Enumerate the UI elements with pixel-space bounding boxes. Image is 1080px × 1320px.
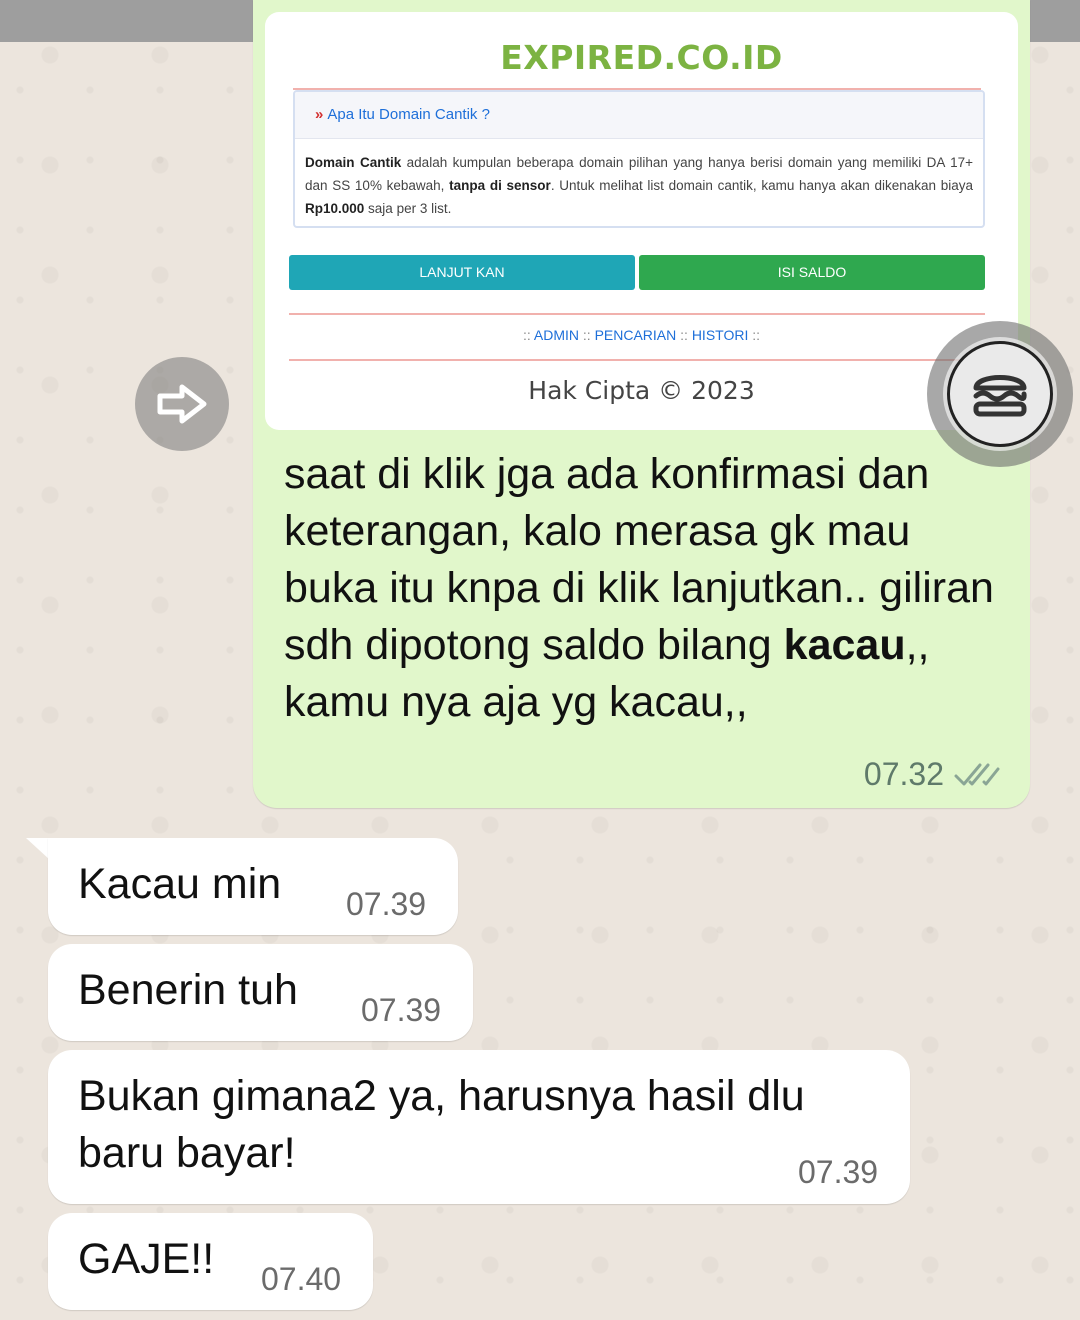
message-text: Kacau min <box>78 860 282 908</box>
nav-link-search: PENCARIAN <box>594 327 677 343</box>
message-text: saat di klik jga ada konfirmasi dan kete… <box>284 450 994 726</box>
floating-action-button[interactable] <box>927 321 1073 467</box>
site-title: EXPIRED.CO.ID <box>500 38 783 77</box>
nav-link-admin: ADMIN <box>533 327 579 343</box>
copyright-text: Hak Cipta © 2023 <box>528 376 755 405</box>
outgoing-message-bubble[interactable]: EXPIRED.CO.ID » Apa Itu Domain Cantik ? D… <box>253 0 1030 808</box>
divider <box>289 359 985 361</box>
double-check-icon <box>954 763 1000 785</box>
forward-arrow-icon <box>157 384 207 424</box>
incoming-message-bubble[interactable]: Bukan gimana2 ya, harusnya hasil dlu bar… <box>48 1050 910 1204</box>
bubble-tail <box>26 838 50 860</box>
continue-button: LANJUT KAN <box>289 255 635 290</box>
burger-icon <box>973 375 1027 417</box>
message-time: 07.39 <box>361 992 442 1028</box>
incoming-message-bubble[interactable]: Benerin tuh 07.39 <box>48 944 473 1041</box>
message-time: 07.39 <box>346 886 427 922</box>
forward-button[interactable] <box>135 357 229 451</box>
message-meta: 07.32 <box>864 756 1000 793</box>
message-text: Benerin tuh <box>78 966 298 1014</box>
incoming-message-bubble[interactable]: GAJE!! 07.40 <box>48 1213 373 1310</box>
message-text: GAJE!! <box>78 1235 215 1283</box>
divider <box>289 313 985 315</box>
message-time: 07.39 <box>798 1154 879 1190</box>
top-up-balance-button: ISI SALDO <box>639 255 985 290</box>
message-time: 07.40 <box>261 1261 342 1297</box>
message-text-line-1: Bukan gimana2 ya, harusnya hasil dlu <box>78 1072 805 1120</box>
double-chevron-icon: » <box>315 106 324 123</box>
footer-nav: :: ADMIN :: PENCARIAN :: HISTORI :: <box>522 327 761 343</box>
incoming-message-bubble[interactable]: Kacau min 07.39 <box>48 838 458 935</box>
shared-screenshot-image[interactable]: EXPIRED.CO.ID » Apa Itu Domain Cantik ? D… <box>265 12 1018 430</box>
nav-link-history: HISTORI <box>691 327 749 343</box>
floating-button-inner <box>947 341 1053 447</box>
info-panel: » Apa Itu Domain Cantik ? Domain Cantik a… <box>293 90 985 228</box>
message-time: 07.32 <box>863 756 944 792</box>
info-panel-heading: » Apa Itu Domain Cantik ? <box>295 92 983 139</box>
message-text-line-2: baru bayar! <box>78 1129 296 1177</box>
info-panel-body: Domain Cantik adalah kumpulan beberapa d… <box>305 155 974 216</box>
